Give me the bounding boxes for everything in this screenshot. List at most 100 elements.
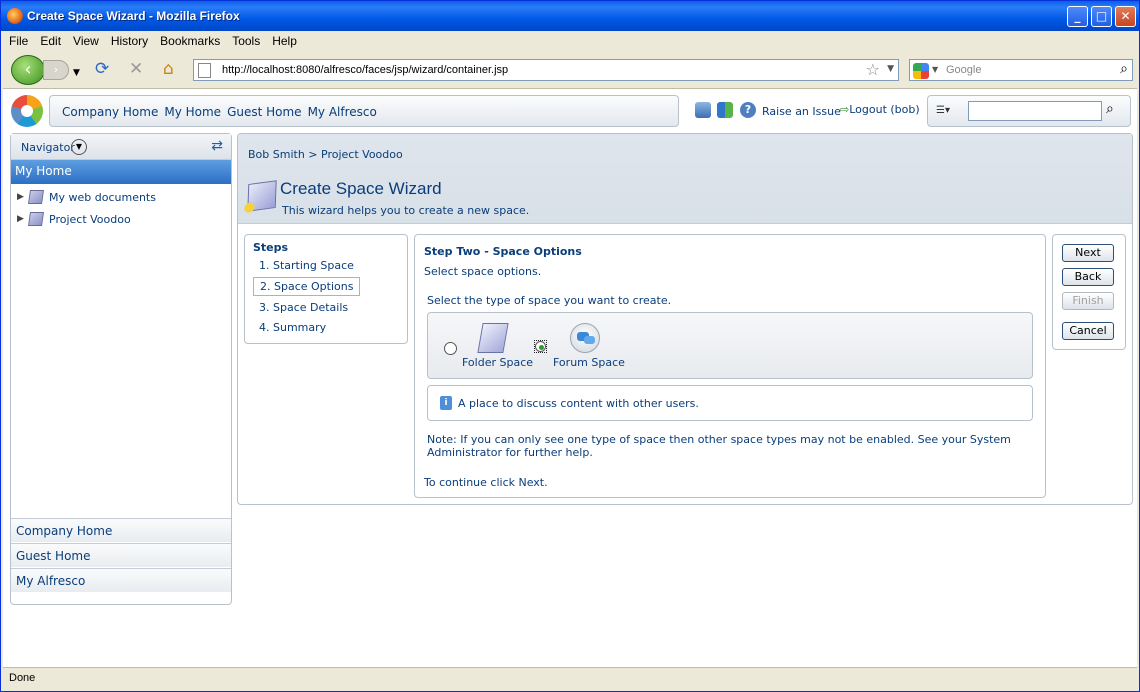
refresh-icon[interactable]: ⇄ xyxy=(211,138,223,154)
tree-item[interactable]: ▶ Project Voodoo xyxy=(15,210,227,232)
step-summary[interactable]: 4. Summary xyxy=(253,319,332,336)
navigator-selected[interactable]: My Home xyxy=(11,160,231,184)
alfresco-search: ☰▾ ⌕ xyxy=(927,95,1131,127)
google-icon[interactable] xyxy=(913,63,929,79)
page-content: Company Home My Home Guest Home My Alfresco… xyxy=(3,89,1137,667)
folder-space-radio[interactable] xyxy=(444,342,457,355)
folder-space-icon[interactable] xyxy=(477,323,509,353)
page-description: This wizard helps you to create a new sp… xyxy=(282,204,530,217)
window-title: Create Space Wizard - Mozilla Firefox xyxy=(27,9,240,23)
step-subtitle: Select space options. xyxy=(424,265,542,278)
history-dropdown-icon[interactable]: ▼ xyxy=(73,64,80,82)
logout-link[interactable]: ⇨Logout (bob) xyxy=(840,103,920,116)
link-company-home[interactable]: Company Home xyxy=(62,105,158,119)
raise-issue-link[interactable]: Raise an Issue xyxy=(762,105,841,118)
finish-button[interactable]: Finish xyxy=(1062,292,1114,310)
back-button[interactable]: ‹ xyxy=(11,55,45,85)
folder-space-label[interactable]: Folder Space xyxy=(462,356,533,369)
page-icon xyxy=(198,63,211,78)
logout-label: Logout (bob) xyxy=(849,103,920,116)
breadcrumb: Bob Smith > Project Voodoo xyxy=(248,148,403,161)
top-links-bar: Company Home My Home Guest Home My Alfresco xyxy=(49,95,679,127)
link-guest-home[interactable]: Guest Home xyxy=(227,105,302,119)
url-bar[interactable]: http://localhost:8080/alfresco/faces/jsp… xyxy=(193,59,899,81)
breadcrumb-item[interactable]: Bob Smith xyxy=(248,148,305,161)
alfresco-search-input[interactable] xyxy=(968,101,1102,121)
status-bar: Done xyxy=(3,667,1137,689)
wizard-container: Bob Smith > Project Voodoo Create Space … xyxy=(237,133,1133,505)
expand-arrow-icon[interactable]: ▶ xyxy=(17,192,24,202)
stop-icon[interactable]: ✕ xyxy=(129,60,143,78)
alfresco-search-icon[interactable]: ⌕ xyxy=(1106,101,1114,117)
search-icon[interactable]: ⌕ xyxy=(1120,61,1128,77)
space-type-selector: Folder Space Forum Space xyxy=(427,312,1033,379)
forum-space-icon[interactable] xyxy=(570,323,600,353)
shortcut-guest-home[interactable]: Guest Home xyxy=(11,543,231,567)
page-title: Create Space Wizard xyxy=(280,179,442,198)
search-engine-dropdown-icon[interactable]: ▼ xyxy=(932,65,938,74)
tree-item-label[interactable]: My web documents xyxy=(49,191,156,204)
forum-space-radio[interactable] xyxy=(535,341,546,352)
url-dropdown-icon[interactable]: ▼ xyxy=(887,64,894,74)
expand-arrow-icon[interactable]: ▶ xyxy=(17,214,24,224)
menu-tools[interactable]: Tools xyxy=(226,31,266,48)
note-text: Note: If you can only see one type of sp… xyxy=(427,433,1011,459)
menu-file[interactable]: File xyxy=(3,31,34,48)
menu-history[interactable]: History xyxy=(105,31,154,48)
navigator-tree: ▶ My web documents ▶ Project Voodoo xyxy=(11,184,231,236)
close-button[interactable]: ✕ xyxy=(1115,6,1136,27)
url-text[interactable]: http://localhost:8080/alfresco/faces/jsp… xyxy=(222,64,508,76)
wizard-buttons: Next Back Finish Cancel xyxy=(1052,234,1126,350)
step-space-details[interactable]: 3. Space Details xyxy=(253,299,354,316)
shortcut-my-alfresco[interactable]: My Alfresco xyxy=(11,568,231,592)
step-starting-space[interactable]: 1. Starting Space xyxy=(253,257,360,274)
forum-space-label[interactable]: Forum Space xyxy=(553,356,625,369)
logout-icon: ⇨ xyxy=(840,103,850,116)
steps-heading: Steps xyxy=(253,241,289,254)
menu-help[interactable]: Help xyxy=(266,31,303,48)
minimize-button[interactable]: _ xyxy=(1067,6,1088,27)
home-icon[interactable]: ⌂ xyxy=(163,60,174,78)
maximize-button[interactable]: □ xyxy=(1091,6,1112,27)
info-text: A place to discuss content with other us… xyxy=(458,397,699,410)
type-question: Select the type of space you want to cre… xyxy=(427,294,672,307)
help-icon[interactable]: ? xyxy=(740,102,756,118)
tree-item[interactable]: ▶ My web documents xyxy=(15,188,227,210)
reload-icon[interactable]: ⟳ xyxy=(95,60,109,78)
forward-button[interactable]: › xyxy=(43,60,69,80)
breadcrumb-item[interactable]: Project Voodoo xyxy=(321,148,403,161)
step-title: Step Two - Space Options xyxy=(424,245,582,258)
navigator-dropdown-icon[interactable]: ▼ xyxy=(71,139,87,155)
user-profile-icon[interactable] xyxy=(695,102,711,118)
menu-bookmarks[interactable]: Bookmarks xyxy=(154,31,226,48)
wizard-header: Bob Smith > Project Voodoo Create Space … xyxy=(238,134,1132,224)
steps-panel: Steps 1. Starting Space 2. Space Options… xyxy=(244,234,408,344)
alfresco-logo xyxy=(11,95,43,127)
link-my-home[interactable]: My Home xyxy=(164,105,221,119)
title-bar: Create Space Wizard - Mozilla Firefox _ … xyxy=(1,1,1139,31)
shortcut-company-home[interactable]: Company Home xyxy=(11,518,231,542)
search-options-icon[interactable]: ☰▾ xyxy=(936,105,962,119)
back-button-wizard[interactable]: Back xyxy=(1062,268,1114,286)
tree-item-label[interactable]: Project Voodoo xyxy=(49,213,131,226)
step-space-options[interactable]: 2. Space Options xyxy=(253,277,361,296)
step-panel: Step Two - Space Options Select space op… xyxy=(414,234,1046,498)
toggle-shelf-icon[interactable] xyxy=(717,102,733,118)
link-my-alfresco[interactable]: My Alfresco xyxy=(308,105,377,119)
navigator-label: Navigator xyxy=(21,141,75,154)
navigator-header: Navigator ▼ ⇄ xyxy=(11,134,231,160)
next-button[interactable]: Next xyxy=(1062,244,1114,262)
cancel-button[interactable]: Cancel xyxy=(1062,322,1114,340)
menu-view[interactable]: View xyxy=(67,31,105,48)
bookmark-star-icon[interactable]: ☆ xyxy=(866,60,880,79)
browser-window: Create Space Wizard - Mozilla Firefox _ … xyxy=(0,0,1140,692)
status-text: Done xyxy=(9,672,36,684)
navigation-toolbar: ‹ › ▼ ⟳ ✕ ⌂ http://localhost:8080/alfres… xyxy=(3,51,1137,89)
info-box: i A place to discuss content with other … xyxy=(427,385,1033,421)
space-icon xyxy=(28,212,44,226)
browser-search-bar[interactable]: ▼ Google ⌕ xyxy=(909,59,1133,81)
menu-edit[interactable]: Edit xyxy=(34,31,67,48)
info-icon: i xyxy=(440,396,452,410)
breadcrumb-separator: > xyxy=(308,148,318,161)
menu-bar: File Edit View History Bookmarks Tools Help xyxy=(3,31,1137,51)
